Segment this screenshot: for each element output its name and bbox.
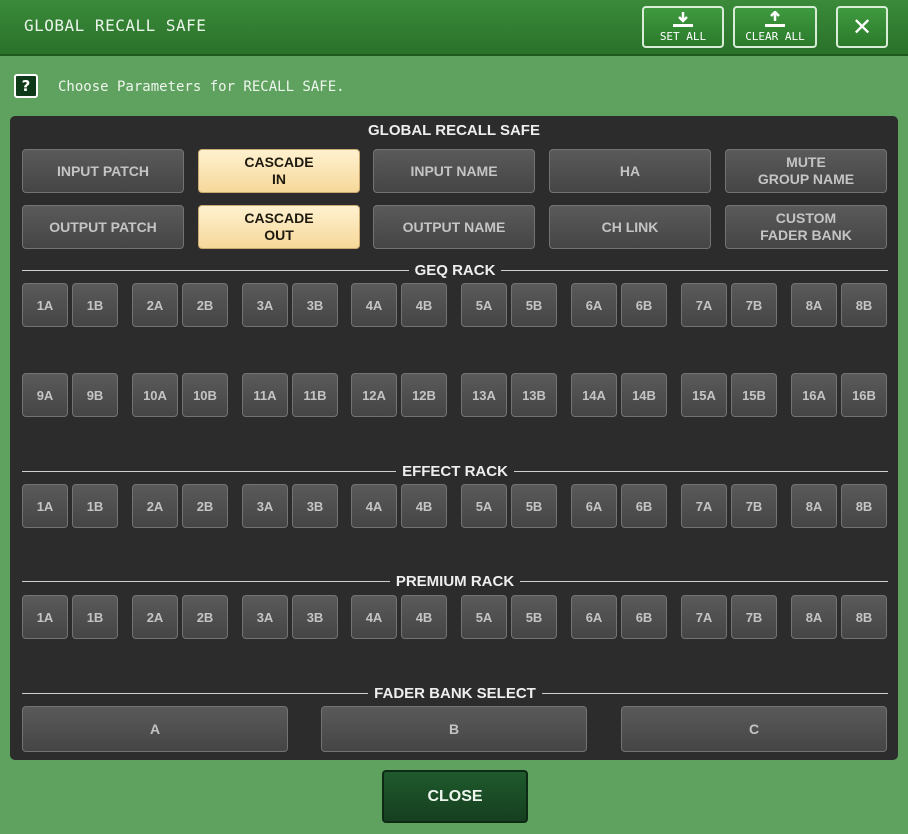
effect-5a-button[interactable]: 5A [461, 484, 507, 528]
panel-title: GLOBAL RECALL SAFE [368, 122, 540, 139]
effect-2b-button[interactable]: 2B [182, 484, 228, 528]
mute-group-name-button[interactable]: MUTE GROUP NAME [725, 149, 887, 193]
geq-4b-button[interactable]: 4B [401, 283, 447, 327]
geq-7b-button[interactable]: 7B [731, 283, 777, 327]
help-text: Choose Parameters for RECALL SAFE. [58, 79, 345, 95]
premium-6a-button[interactable]: 6A [571, 595, 617, 639]
effect-1a-button[interactable]: 1A [22, 484, 68, 528]
premium-6b-button[interactable]: 6B [621, 595, 667, 639]
effect-rack-divider: EFFECT RACK [22, 462, 889, 480]
geq-8a-button[interactable]: 8A [791, 283, 837, 327]
geq-2b-button[interactable]: 2B [182, 283, 228, 327]
premium-rack-label: PREMIUM RACK [395, 572, 515, 590]
effect-4a-button[interactable]: 4A [351, 484, 397, 528]
close-button[interactable]: CLOSE [382, 770, 528, 823]
ha-button[interactable]: HA [549, 149, 711, 193]
geq-7a-button[interactable]: 7A [681, 283, 727, 327]
input-patch-button[interactable]: INPUT PATCH [22, 149, 184, 193]
premium-8a-button[interactable]: 8A [791, 595, 837, 639]
geq-13a-button[interactable]: 13A [461, 373, 507, 417]
premium-4b-button[interactable]: 4B [401, 595, 447, 639]
premium-rack-divider: PREMIUM RACK [22, 572, 888, 590]
effect-5b-button[interactable]: 5B [511, 484, 557, 528]
effect-6b-button[interactable]: 6B [621, 484, 667, 528]
geq-rack-label: GEQ RACK [414, 261, 496, 279]
premium-1a-button[interactable]: 1A [22, 595, 68, 639]
geq-14a-button[interactable]: 14A [571, 373, 617, 417]
window-title: GLOBAL RECALL SAFE [24, 16, 207, 35]
effect-8a-button[interactable]: 8A [791, 484, 837, 528]
geq-rack-divider: GEQ RACK [22, 261, 888, 279]
cascade-out-button[interactable]: CASCADE OUT [198, 205, 360, 249]
geq-15a-button[interactable]: 15A [681, 373, 727, 417]
premium-3b-button[interactable]: 3B [292, 595, 338, 639]
geq-5b-button[interactable]: 5B [511, 283, 557, 327]
download-icon [673, 12, 693, 27]
premium-7a-button[interactable]: 7A [681, 595, 727, 639]
effect-6a-button[interactable]: 6A [571, 484, 617, 528]
geq-15b-button[interactable]: 15B [731, 373, 777, 417]
geq-1b-button[interactable]: 1B [72, 283, 118, 327]
geq-16b-button[interactable]: 16B [841, 373, 887, 417]
effect-3a-button[interactable]: 3A [242, 484, 288, 528]
geq-5a-button[interactable]: 5A [461, 283, 507, 327]
premium-2b-button[interactable]: 2B [182, 595, 228, 639]
geq-4a-button[interactable]: 4A [351, 283, 397, 327]
geq-13b-button[interactable]: 13B [511, 373, 557, 417]
geq-16a-button[interactable]: 16A [791, 373, 837, 417]
premium-7b-button[interactable]: 7B [731, 595, 777, 639]
premium-4a-button[interactable]: 4A [351, 595, 397, 639]
clear-all-button[interactable]: CLEAR ALL [733, 6, 817, 48]
premium-3a-button[interactable]: 3A [242, 595, 288, 639]
geq-14b-button[interactable]: 14B [621, 373, 667, 417]
fader-bank-a-button[interactable]: A [22, 706, 288, 752]
geq-3b-button[interactable]: 3B [292, 283, 338, 327]
fader-bank-divider: FADER BANK SELECT [22, 684, 888, 702]
geq-2a-button[interactable]: 2A [132, 283, 178, 327]
title-bar: GLOBAL RECALL SAFE SET ALL CLEAR ALL ✕ [0, 0, 908, 56]
geq-8b-button[interactable]: 8B [841, 283, 887, 327]
effect-3b-button[interactable]: 3B [292, 484, 338, 528]
fader-bank-b-button[interactable]: B [321, 706, 587, 752]
set-all-button[interactable]: SET ALL [642, 6, 724, 48]
effect-7a-button[interactable]: 7A [681, 484, 727, 528]
geq-10a-button[interactable]: 10A [132, 373, 178, 417]
effect-1b-button[interactable]: 1B [72, 484, 118, 528]
effect-4b-button[interactable]: 4B [401, 484, 447, 528]
premium-8b-button[interactable]: 8B [841, 595, 887, 639]
cascade-in-button[interactable]: CASCADE IN [198, 149, 360, 193]
geq-3a-button[interactable]: 3A [242, 283, 288, 327]
ch-link-button[interactable]: CH LINK [549, 205, 711, 249]
output-name-button[interactable]: OUTPUT NAME [373, 205, 535, 249]
geq-9a-button[interactable]: 9A [22, 373, 68, 417]
geq-11b-button[interactable]: 11B [292, 373, 338, 417]
geq-1a-button[interactable]: 1A [22, 283, 68, 327]
fader-bank-c-button[interactable]: C [621, 706, 887, 752]
close-icon: ✕ [851, 13, 873, 41]
geq-10b-button[interactable]: 10B [182, 373, 228, 417]
geq-12b-button[interactable]: 12B [401, 373, 447, 417]
fader-bank-label: FADER BANK SELECT [374, 684, 536, 702]
geq-9b-button[interactable]: 9B [72, 373, 118, 417]
geq-6b-button[interactable]: 6B [621, 283, 667, 327]
clear-all-label: CLEAR ALL [745, 30, 805, 43]
set-all-label: SET ALL [659, 30, 707, 43]
premium-5a-button[interactable]: 5A [461, 595, 507, 639]
geq-12a-button[interactable]: 12A [351, 373, 397, 417]
upload-icon [765, 11, 785, 27]
help-icon[interactable]: ? [14, 74, 38, 98]
effect-2a-button[interactable]: 2A [132, 484, 178, 528]
effect-8b-button[interactable]: 8B [841, 484, 887, 528]
effect-rack-label: EFFECT RACK [402, 462, 508, 480]
effect-7b-button[interactable]: 7B [731, 484, 777, 528]
premium-5b-button[interactable]: 5B [511, 595, 557, 639]
close-window-button[interactable]: ✕ [836, 6, 888, 48]
input-name-button[interactable]: INPUT NAME [373, 149, 535, 193]
premium-1b-button[interactable]: 1B [72, 595, 118, 639]
geq-6a-button[interactable]: 6A [571, 283, 617, 327]
custom-fader-bank-button[interactable]: CUSTOM FADER BANK [725, 205, 887, 249]
premium-2a-button[interactable]: 2A [132, 595, 178, 639]
output-patch-button[interactable]: OUTPUT PATCH [22, 205, 184, 249]
geq-11a-button[interactable]: 11A [242, 373, 288, 417]
